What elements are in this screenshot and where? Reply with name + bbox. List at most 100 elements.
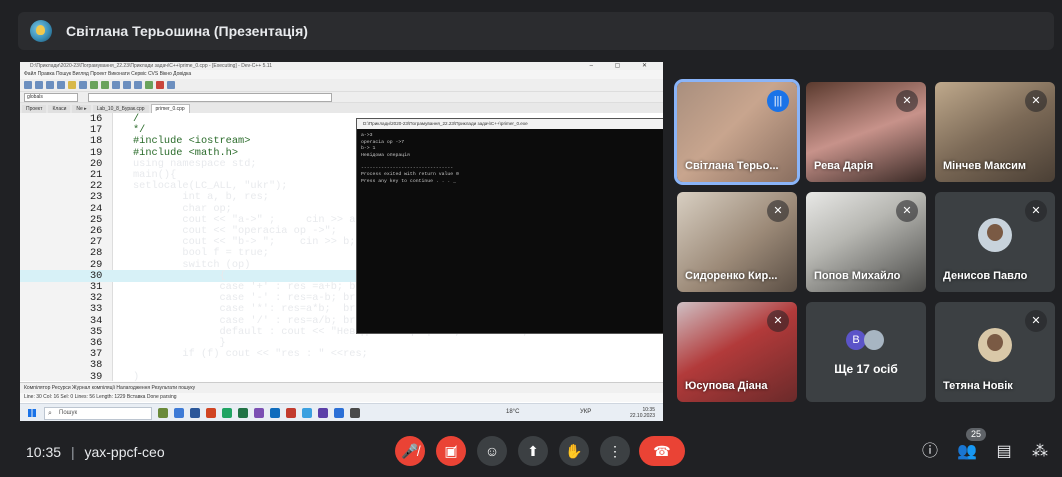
participant-name: Тетяна Новік — [943, 380, 1013, 392]
camera-toggle-button[interactable]: ▣̸ — [436, 436, 466, 466]
line-number: 30 — [90, 269, 103, 282]
code-text: main(){ — [133, 169, 177, 181]
line-number: 27 — [90, 236, 103, 249]
code-text: cout << "a->" ; cin >> a; — [133, 213, 362, 226]
code-text: cout << "b-> "; cin >> b; — [133, 236, 356, 249]
emoji-button[interactable]: ☺ — [477, 436, 507, 466]
line-number: 32 — [90, 292, 103, 305]
participant-name: Попов Михайло — [814, 270, 901, 282]
symbol-combo — [88, 92, 332, 102]
code-text: #include <iostream> — [133, 135, 251, 148]
people-button[interactable]: 👥 — [955, 440, 979, 464]
code-text: #include <math.h> — [133, 146, 239, 159]
scope-combo: globals — [24, 92, 78, 102]
taskbar-app-icon — [270, 408, 280, 418]
console-title: D:\Приклади\2020-23\Пограмування_22.23\П… — [357, 119, 663, 129]
code-text: case '+' : res =a+b; break — [133, 281, 381, 293]
meeting-time: 10:35 — [26, 444, 62, 460]
participant-tile[interactable]: ✕ Денисов Павло — [935, 192, 1055, 292]
weather-temp: 18°C — [506, 409, 520, 415]
taskbar-search: Пошук — [44, 406, 152, 420]
code-text: case '*': res=a*b; break; — [133, 303, 381, 316]
line-number: 37 — [90, 348, 103, 361]
line-number: 28 — [90, 247, 103, 260]
code-text: int a, b, res; — [133, 191, 269, 204]
meeting-details-button[interactable]: ⓘ — [918, 440, 942, 464]
line-number: 31 — [90, 281, 103, 293]
console-output: a->3 operacia op ->7 b-> 1 Невідома опер… — [361, 133, 459, 184]
line-number: 26 — [90, 225, 103, 237]
raise-hand-button[interactable]: ✋ — [559, 436, 589, 466]
tray-lang: УКР — [580, 409, 592, 415]
mic-off-icon: ✕ — [896, 90, 918, 112]
meeting-info: 10:35 | yax-ppcf-ceo — [26, 444, 165, 460]
code-text: if (f) cout << "res : " <<res; — [133, 348, 368, 361]
code-text: { — [133, 269, 226, 282]
participant-name: Рева Дарія — [814, 160, 874, 172]
participant-tile[interactable]: ✕ Рева Дарія — [806, 82, 926, 182]
presenter-avatar — [30, 20, 52, 42]
taskbar-app-icon — [286, 408, 296, 418]
taskbar-app-icon — [222, 408, 232, 418]
debug-icon — [167, 81, 175, 89]
taskbar-app-icon — [334, 408, 344, 418]
hangup-button[interactable]: ☎ — [639, 436, 685, 466]
present-button[interactable]: ⬆ — [518, 436, 548, 466]
ide-scope-bar: globals — [20, 92, 663, 103]
stop-icon — [156, 81, 164, 89]
ide-output-tabs: Компілятор Ресурси Журнал компіляції Нал… — [20, 382, 663, 393]
taskbar-app-icon — [190, 408, 200, 418]
tray-clock: 10:35 22.10.2023 — [630, 407, 655, 419]
activities-button[interactable]: ⁂ — [1028, 440, 1052, 464]
compile-icon — [90, 81, 98, 89]
tab-classes: Класи — [48, 105, 71, 113]
chat-button[interactable]: ▤ — [992, 440, 1016, 464]
line-number: 39 — [90, 370, 103, 381]
code-line: 38 — [20, 359, 663, 371]
ide-menu-bar: Файл Правка Пошук Вигляд Проект Виконати… — [20, 70, 663, 79]
mic-off-icon: ✕ — [896, 200, 918, 222]
participant-tile[interactable]: ✕ Сидоренко Кир... — [677, 192, 797, 292]
participant-tile[interactable]: ||| Світлана Терьо... — [674, 79, 800, 185]
line-number: 35 — [90, 325, 103, 338]
tab-primer-file: primer_0.cpp — [150, 104, 190, 113]
line-number: 16 — [90, 113, 103, 125]
line-number: 22 — [90, 180, 103, 193]
line-number: 20 — [90, 157, 103, 170]
indent-icon — [123, 81, 131, 89]
people-icon: 👥 — [957, 443, 977, 460]
participant-tile[interactable]: ✕ Тетяна Новік — [935, 302, 1055, 402]
tab-project: Проект — [22, 105, 47, 113]
participant-name: Сидоренко Кир... — [685, 270, 778, 282]
presentation-bar: Світлана Терьошина (Презентація) — [18, 12, 1054, 50]
hangup-icon: ☎ — [653, 443, 671, 459]
line-number: 25 — [90, 213, 103, 226]
mic-toggle-button[interactable]: 🎤̸ — [395, 436, 425, 466]
participant-tile[interactable]: ✕ Мінчев Максим — [935, 82, 1055, 182]
more-participants-label: Ще 17 осіб — [834, 362, 898, 376]
taskbar-app-icon — [206, 408, 216, 418]
window-controls-icon: – ▢ ✕ — [589, 63, 657, 69]
code-text: ) — [133, 370, 140, 381]
windows-taskbar: Пошук 18°C УКР 10:35 22.10.2023 — [20, 403, 663, 421]
undo-icon — [68, 81, 76, 89]
more-options-button[interactable]: ⋮ — [600, 436, 630, 466]
open-file-icon — [35, 81, 43, 89]
participant-tile[interactable]: ✕ Юсупова Діана — [677, 302, 797, 402]
mic-off-icon: ✕ — [1025, 90, 1047, 112]
code-text: case '-' : res=a-b; break — [133, 292, 375, 305]
ide-window-title: D:\Приклади\2020-23\Пограмування_22.23\П… — [30, 63, 272, 69]
participant-tile[interactable]: ✕ Попов Михайло — [806, 192, 926, 292]
code-text: char op; — [133, 202, 232, 215]
taskbar-app-icon — [158, 408, 168, 418]
more-participants-tile[interactable]: B Ще 17 осіб — [806, 302, 926, 402]
activities-icon: ⁂ — [1032, 443, 1048, 460]
windows-start-icon — [28, 409, 36, 417]
shared-screen: D:\Приклади\2020-23\Пограмування_22.23\П… — [20, 62, 663, 421]
taskbar-app-icon — [318, 408, 328, 418]
taskbar-app-icon — [254, 408, 264, 418]
separator: | — [70, 444, 75, 460]
run-icon — [101, 81, 109, 89]
participant-name: Денисов Павло — [943, 270, 1028, 282]
code-text: switch (op) — [133, 258, 251, 271]
